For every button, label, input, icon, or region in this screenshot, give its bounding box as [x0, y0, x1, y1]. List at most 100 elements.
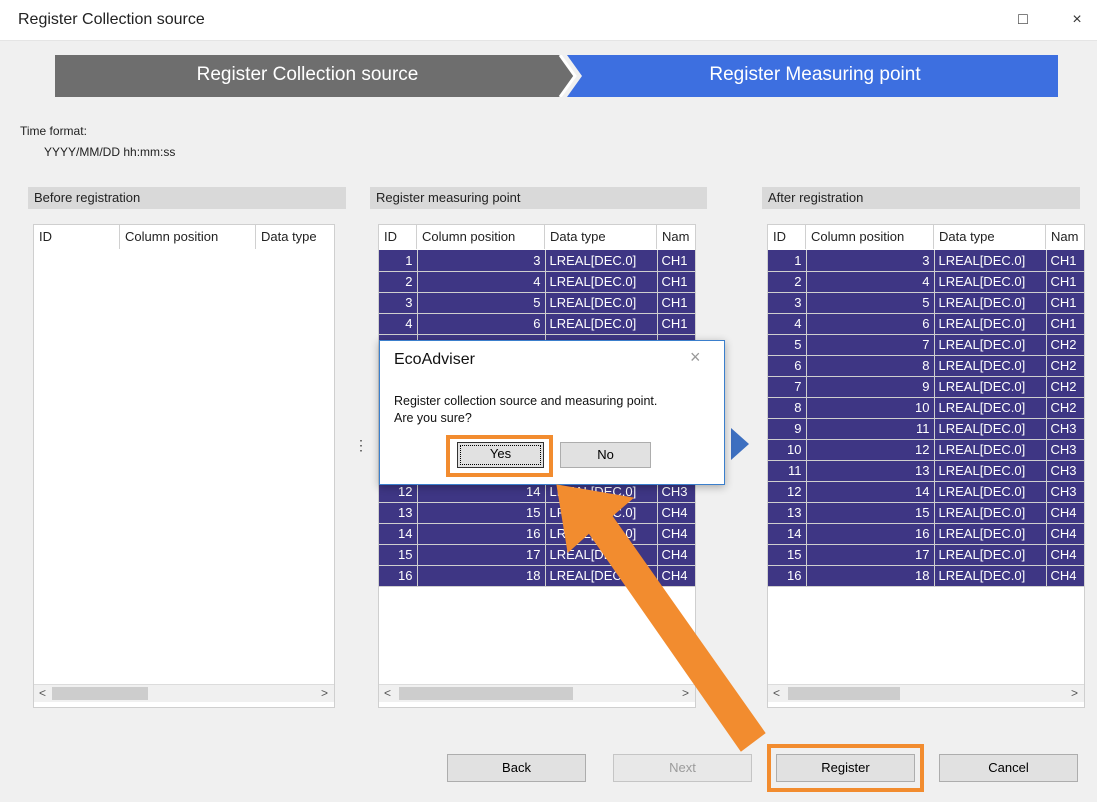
table-row[interactable]: 16 18 LREAL[DEC.0] CH4 [379, 565, 695, 587]
column-header-column-position[interactable]: Column position [806, 225, 934, 249]
column-header-id[interactable]: ID [34, 225, 120, 249]
scroll-right-arrow[interactable]: > [1071, 685, 1078, 702]
column-header-column-position[interactable]: Column position [120, 225, 256, 249]
scroll-right-arrow[interactable]: > [682, 685, 689, 702]
cell-column-position: 17 [417, 544, 546, 566]
cell-id: 15 [768, 544, 807, 566]
column-header-data-type[interactable]: Data type [256, 225, 334, 249]
column-header-data-type[interactable]: Data type [545, 225, 657, 249]
scroll-left-arrow[interactable]: < [384, 685, 391, 702]
table-row[interactable]: 13 15 LREAL[DEC.0] CH4 [768, 502, 1084, 524]
table-row[interactable]: 3 5 LREAL[DEC.0] CH1 [768, 292, 1084, 314]
cell-column-position: 15 [417, 502, 546, 524]
cell-column-position: 6 [417, 313, 546, 335]
table-row[interactable]: 5 7 LREAL[DEC.0] CH2 [768, 334, 1084, 356]
scroll-thumb[interactable] [52, 687, 148, 700]
cell-id: 1 [768, 250, 807, 272]
scroll-left-arrow[interactable]: < [773, 685, 780, 702]
cell-column-position: 15 [806, 502, 935, 524]
table-row[interactable]: 4 6 LREAL[DEC.0] CH1 [379, 313, 695, 335]
cell-id: 6 [768, 355, 807, 377]
cell-column-position: 7 [806, 334, 935, 356]
close-icon[interactable]: × [1062, 8, 1092, 32]
cell-data-type: LREAL[DEC.0] [545, 271, 658, 293]
after-panel-title: After registration [762, 187, 1080, 209]
cell-name: CH4 [657, 544, 695, 566]
scroll-left-arrow[interactable]: < [39, 685, 46, 702]
splitter-icon[interactable]: ⋮ [354, 437, 368, 454]
column-header-data-type[interactable]: Data type [934, 225, 1046, 249]
table-row[interactable]: 7 9 LREAL[DEC.0] CH2 [768, 376, 1084, 398]
column-header-id[interactable]: ID [379, 225, 417, 249]
after-list[interactable]: ID Column position Data type Nam 1 3 LREAL… [767, 224, 1085, 708]
table-row[interactable]: 1113LREAL[DEC.0]CH3 [768, 460, 1084, 482]
maximize-icon[interactable]: □ [1008, 8, 1038, 32]
cell-data-type: LREAL[DEC.0] [934, 502, 1047, 524]
table-row[interactable]: 1 3 LREAL[DEC.0] CH1 [379, 250, 695, 272]
table-row[interactable]: 2 4 LREAL[DEC.0] CH1 [768, 271, 1084, 293]
before-list[interactable]: ID Column position Data type < > [33, 224, 335, 708]
column-header-name[interactable]: Nam [657, 225, 695, 249]
cell-data-type: LREAL[DEC.0] [545, 292, 658, 314]
table-row[interactable]: 14 16 LREAL[DEC.0] CH4 [379, 523, 695, 545]
dialog-message-line-2: Are you sure? [394, 411, 472, 425]
table-row[interactable]: 10 12 LREAL[DEC.0] CH3 [768, 439, 1084, 461]
table-row[interactable]: 15 17 LREAL[DEC.0] CH4 [768, 544, 1084, 566]
horizontal-scrollbar[interactable]: < > [768, 684, 1084, 702]
horizontal-scrollbar[interactable]: < > [34, 684, 334, 702]
cell-name: CH3 [1046, 418, 1084, 440]
table-row[interactable]: 13 15 LREAL[DEC.0] CH4 [379, 502, 695, 524]
table-row[interactable]: 8 10 LREAL[DEC.0] CH2 [768, 397, 1084, 419]
table-row[interactable]: 9 11 LREAL[DEC.0] CH3 [768, 418, 1084, 440]
column-header-name[interactable]: Nam [1046, 225, 1084, 249]
cell-data-type: LREAL[DEC.0] [545, 523, 658, 545]
back-button[interactable]: Back [447, 754, 586, 782]
cell-data-type: LREAL[DEC.0] [934, 397, 1047, 419]
cell-name: CH1 [657, 313, 695, 335]
cell-name: CH1 [1046, 292, 1084, 314]
table-row[interactable]: 14 16 LREAL[DEC.0] CH4 [768, 523, 1084, 545]
table-row[interactable]: 15 17 LREAL[DEC.0] CH4 [379, 544, 695, 566]
table-row[interactable]: 16 18 LREAL[DEC.0] CH4 [768, 565, 1084, 587]
cell-id: 1 [379, 250, 418, 272]
table-row[interactable]: 12 14 LREAL[DEC.0] CH3 [768, 481, 1084, 503]
dialog-no-button[interactable]: No [560, 442, 651, 468]
cell-id: 7 [768, 376, 807, 398]
cell-name: CH4 [1046, 502, 1084, 524]
cell-id: 14 [768, 523, 807, 545]
cell-id: 5 [768, 334, 807, 356]
dialog-close-icon[interactable]: × [690, 347, 701, 368]
table-row[interactable]: 4 6 LREAL[DEC.0] CH1 [768, 313, 1084, 335]
cell-column-position: 11 [806, 418, 935, 440]
cell-name: CH1 [657, 292, 695, 314]
next-button[interactable]: Next [613, 754, 752, 782]
cell-column-position: 3 [417, 250, 546, 272]
before-panel-title: Before registration [28, 187, 346, 209]
table-row[interactable]: 1 3 LREAL[DEC.0] CH1 [768, 250, 1084, 272]
column-header-id[interactable]: ID [768, 225, 806, 249]
scroll-thumb[interactable] [399, 687, 573, 700]
scroll-right-arrow[interactable]: > [321, 685, 328, 702]
cell-column-position: 14 [806, 481, 935, 503]
table-row[interactable]: 3 5 LREAL[DEC.0] CH1 [379, 292, 695, 314]
cell-data-type: LREAL[DEC.0] [934, 481, 1047, 503]
cell-data-type: LREAL[DEC.0] [545, 250, 658, 272]
column-header-column-position[interactable]: Column position [417, 225, 545, 249]
scroll-thumb[interactable] [788, 687, 900, 700]
cell-column-position: 8 [806, 355, 935, 377]
cell-column-position: 13 [806, 460, 935, 482]
table-row[interactable]: 2 4 LREAL[DEC.0] CH1 [379, 271, 695, 293]
cancel-button[interactable]: Cancel [939, 754, 1078, 782]
cell-name: CH4 [1046, 565, 1084, 587]
cell-name: CH3 [1046, 481, 1084, 503]
cell-id: 2 [768, 271, 807, 293]
cell-data-type: LREAL[DEC.0] [934, 292, 1047, 314]
cell-data-type: LREAL[DEC.0] [934, 271, 1047, 293]
table-row[interactable]: 6 8 LREAL[DEC.0] CH2 [768, 355, 1084, 377]
cell-name: CH4 [657, 565, 695, 587]
cell-column-position: 5 [806, 292, 935, 314]
cell-name: CH1 [1046, 250, 1084, 272]
cell-column-position: 4 [806, 271, 935, 293]
horizontal-scrollbar[interactable]: < > [379, 684, 695, 702]
cell-id: 3 [379, 292, 418, 314]
